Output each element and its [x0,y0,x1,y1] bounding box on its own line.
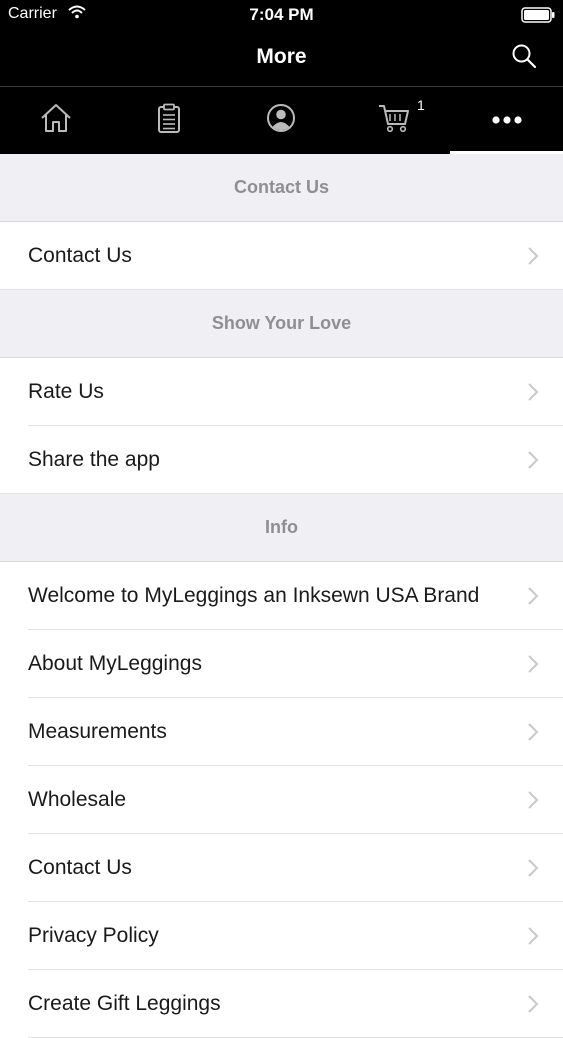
list-item-about[interactable]: About MyLeggings [0,630,563,698]
navigation-bar: More [0,30,563,86]
list-item-label: Wholesale [28,788,127,811]
list-item-contact-us-info[interactable]: Contact Us [0,834,563,902]
clipboard-icon [157,103,181,138]
tab-profile[interactable] [225,87,338,154]
list-item-measurements[interactable]: Measurements [0,698,563,766]
list-item-gift-leggings[interactable]: Create Gift Leggings [0,970,563,1038]
list-item-share-app[interactable]: Share the app [0,426,563,494]
cart-badge: 1 [417,97,425,113]
tab-orders[interactable] [113,87,226,154]
section-header-info: Info [0,494,563,562]
list-item-label: About MyLeggings [28,652,202,675]
page-title: More [256,45,307,68]
chevron-right-icon [527,722,539,742]
chevron-right-icon [527,994,539,1014]
list-item-contact-us[interactable]: Contact Us [0,222,563,290]
cart-icon [378,103,410,138]
list-item-welcome[interactable]: Welcome to MyLeggings an Inksewn USA Bra… [0,562,563,630]
clock-time: 7:04 PM [249,5,314,24]
chevron-right-icon [527,926,539,946]
section-header-contact: Contact Us [0,154,563,222]
tab-more[interactable] [450,87,563,154]
search-icon[interactable] [511,43,537,69]
chevron-right-icon [527,858,539,878]
list-item-label: Welcome to MyLeggings an Inksewn USA Bra… [28,584,480,607]
list-item-wholesale[interactable]: Wholesale [0,766,563,834]
profile-icon [266,103,296,138]
more-dots-icon [491,112,523,130]
list-item-label: Share the app [28,448,160,471]
tab-bar [0,86,563,154]
section-header-show-your-love: Show Your Love [0,290,563,358]
list-item-label: Create Gift Leggings [28,992,221,1015]
settings-list: Contact Us Contact Us Show Your Love Rat… [0,154,563,1038]
list-item-label: Contact Us [28,856,132,879]
chevron-right-icon [527,382,539,402]
chevron-right-icon [527,246,539,266]
home-icon [39,103,73,138]
status-bar: Carrier 7:04 PM [0,0,563,30]
battery-icon [521,7,555,28]
list-item-label: Rate Us [28,380,104,403]
list-item-label: Contact Us [28,244,132,267]
tab-cart[interactable] [338,87,451,154]
chevron-right-icon [527,790,539,810]
tab-home[interactable] [0,87,113,154]
list-item-privacy-policy[interactable]: Privacy Policy [0,902,563,970]
list-item-label: Privacy Policy [28,924,159,947]
chevron-right-icon [527,654,539,674]
list-item-rate-us[interactable]: Rate Us [0,358,563,426]
chevron-right-icon [527,450,539,470]
chevron-right-icon [527,586,539,606]
list-item-label: Measurements [28,720,167,743]
